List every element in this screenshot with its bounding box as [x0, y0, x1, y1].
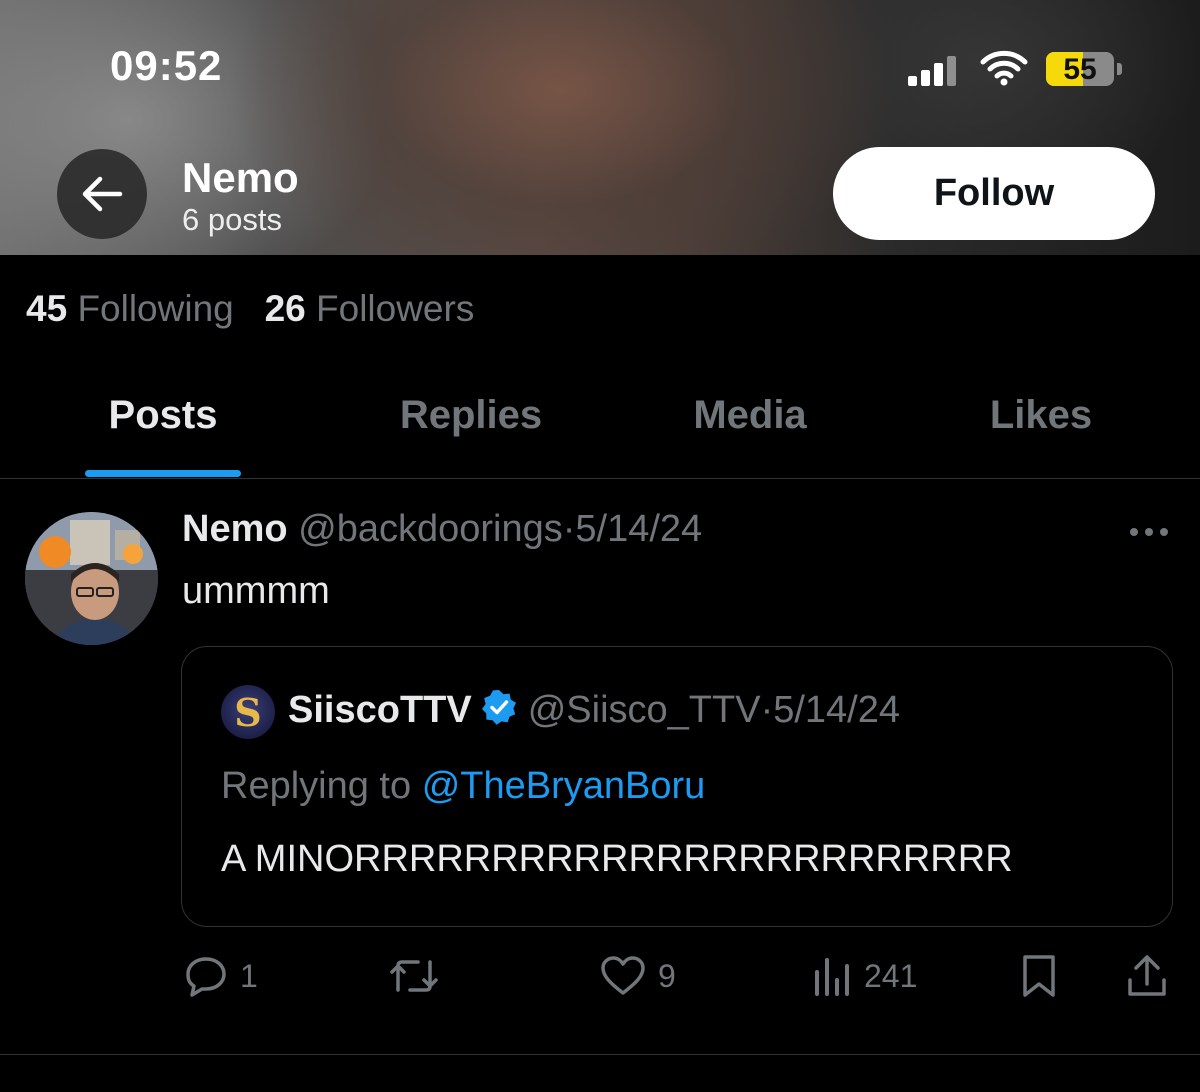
more-icon[interactable] — [1128, 522, 1170, 547]
quoted-post-text: A MINORRRRRRRRRRRRRRRRRRRRRRRR — [221, 838, 1013, 880]
battery-percent: 55 — [1063, 53, 1097, 86]
views-count: 241 — [864, 957, 918, 994]
back-arrow-icon — [82, 176, 123, 212]
quoted-date[interactable]: 5/14/24 — [773, 689, 900, 731]
following-link[interactable]: 45 Following — [26, 288, 234, 329]
tab-replies[interactable]: Replies — [360, 393, 582, 438]
like-icon — [601, 956, 645, 995]
avatar[interactable] — [25, 512, 158, 645]
views-button[interactable]: 241 — [812, 954, 917, 998]
profile-stats: 45 Following 26 Followers — [26, 288, 474, 330]
bookmark-button[interactable] — [1020, 954, 1058, 998]
reply-icon — [186, 957, 226, 997]
share-icon — [1128, 955, 1166, 996]
verified-badge-icon — [481, 690, 516, 725]
share-button[interactable] — [1126, 954, 1168, 998]
header-name: Nemo — [182, 154, 299, 201]
signal-icon — [908, 52, 962, 86]
followers-label: Followers — [316, 288, 475, 329]
tab-likes[interactable]: Likes — [950, 393, 1132, 438]
reply-count: 1 — [240, 957, 258, 994]
tab-posts[interactable]: Posts — [60, 393, 266, 438]
tabs-divider — [0, 478, 1200, 479]
battery-nub — [1117, 63, 1122, 75]
post-date[interactable]: 5/14/24 — [575, 508, 702, 550]
header-posts-count: 6 posts — [182, 202, 282, 237]
reply-button[interactable]: 1 — [184, 954, 258, 998]
like-count: 9 — [658, 957, 676, 994]
quoted-author-avatar[interactable]: S — [221, 685, 275, 739]
active-tab-indicator — [85, 470, 241, 477]
like-button[interactable]: 9 — [600, 954, 676, 998]
following-label: Following — [77, 288, 234, 329]
quoted-author-handle[interactable]: @Siisco_TTV — [528, 689, 761, 731]
follow-button[interactable]: Follow — [833, 147, 1155, 240]
following-count: 45 — [26, 288, 68, 329]
repost-button[interactable] — [388, 954, 440, 998]
tab-media[interactable]: Media — [650, 393, 850, 438]
repost-icon — [390, 960, 438, 992]
followers-link[interactable]: 26 Followers — [265, 288, 475, 329]
views-icon — [815, 958, 849, 996]
quoted-replying-to: Replying to @TheBryanBoru — [221, 765, 705, 808]
quoted-post-header: SiiscoTTV @Siisco_TTV·5/14/24 — [288, 688, 900, 732]
battery-indicator: 55 — [1046, 52, 1114, 86]
post-header: Nemo @backdoorings·5/14/24 — [182, 508, 702, 551]
post-separator: · — [562, 508, 576, 550]
post-divider — [0, 1054, 1200, 1055]
status-time: 09:52 — [110, 42, 223, 89]
wifi-icon — [980, 48, 1028, 91]
replying-to-label: Replying to — [221, 765, 412, 807]
bookmark-icon — [1023, 955, 1055, 997]
post-text: ummmm — [182, 570, 330, 612]
quoted-author-name[interactable]: SiiscoTTV — [288, 689, 472, 731]
post-author-handle[interactable]: @backdoorings — [298, 508, 563, 550]
replying-to-mention[interactable]: @TheBryanBoru — [422, 765, 706, 807]
back-button[interactable] — [57, 149, 147, 239]
post-author-name[interactable]: Nemo — [182, 508, 288, 550]
quoted-separator: · — [760, 689, 774, 731]
followers-count: 26 — [264, 288, 306, 329]
